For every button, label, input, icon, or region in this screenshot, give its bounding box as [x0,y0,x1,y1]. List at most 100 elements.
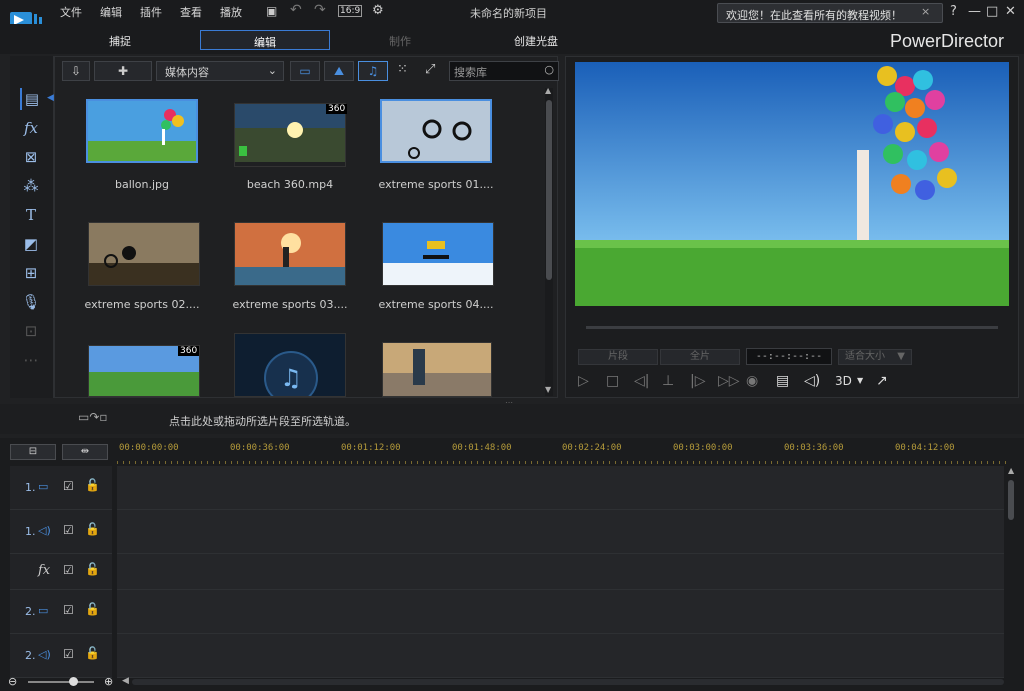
fast-forward-icon[interactable]: ▷▷ [718,373,740,389]
track-video-2[interactable] [117,590,1004,634]
undock-preview-icon[interactable]: ↗ [876,373,888,389]
track-enable-checkbox[interactable]: ☑ [63,603,74,617]
fit-size-dropdown[interactable]: 适合大小 ▼ [838,349,912,365]
stop-icon[interactable]: □ [606,373,619,389]
pip-room-icon[interactable]: ⊠ [20,146,42,168]
ruler-tick-label: 00:02:24:00 [562,443,622,453]
chevron-down-icon[interactable]: ▼ [857,376,863,385]
chapter-room-icon[interactable]: ⊡ [20,320,42,342]
zoom-out-icon[interactable]: ⊖ [8,675,17,688]
fx-room-icon[interactable]: fx [20,117,42,139]
track-fx[interactable] [117,554,1004,590]
track-enable-checkbox[interactable]: ☑ [63,523,74,537]
track-enable-checkbox[interactable]: ☑ [63,647,74,661]
menu-plugins[interactable]: 插件 [140,4,162,20]
track-enable-checkbox[interactable]: ☑ [63,563,74,577]
fit-timeline-icon[interactable]: ⇹ [62,444,108,460]
save-icon[interactable]: ▣ [266,4,277,18]
scroll-up-icon[interactable]: ▲ [1008,466,1014,475]
play-icon[interactable]: ▷ [578,373,589,389]
redo-icon[interactable]: ↷ [314,2,326,18]
zoom-in-icon[interactable]: ⊕ [104,675,113,688]
tab-create-disc[interactable]: 创建光盘 [476,30,596,50]
surfing-image-preview-icon [235,223,345,285]
audio-track-icon: ◁) [38,524,51,537]
menu-view[interactable]: 查看 [180,4,202,20]
minimize-button[interactable]: — [968,4,981,19]
track-audio-1[interactable] [117,510,1004,554]
movie-mode-button[interactable]: 全片 [660,349,740,365]
menu-edit[interactable]: 编辑 [100,4,122,20]
settings-gear-icon[interactable]: ⚙ [372,3,384,18]
panel-resize-handle[interactable]: ⋯ [505,398,513,407]
library-filter-dropdown[interactable]: 媒体内容 ⌄ [156,61,284,81]
grid-view-icon[interactable]: ⁙ [397,62,408,77]
scroll-up-icon[interactable]: ▲ [545,86,551,95]
media-thumb-extreme02[interactable] [88,222,200,286]
import-media-icon[interactable]: ⇩ [62,61,90,81]
timecode-display[interactable]: --:--:--:-- [746,348,832,365]
filter-audio-icon[interactable]: ♫ [358,61,388,81]
aspect-ratio-selector[interactable]: 16:9 [338,5,363,17]
title-room-icon[interactable]: T [20,204,42,226]
unlock-icon[interactable]: 🔓 [85,562,100,576]
track-video-1[interactable] [117,466,1004,510]
unlock-icon[interactable]: 🔓 [85,646,100,660]
scroll-down-icon[interactable]: ▼ [545,385,551,394]
clip-mode-button[interactable]: 片段 [578,349,658,365]
media-room-icon[interactable]: ▤ [20,88,42,110]
filter-image-icon[interactable]: ⛰ [324,61,354,81]
plugins-puzzle-icon[interactable]: ✚ [94,61,152,81]
filter-video-icon[interactable]: ▭ [290,61,320,81]
previous-frame-icon[interactable]: ◁| [634,373,649,389]
subtitle-icon[interactable]: ▤ [776,373,789,389]
tab-produce[interactable]: 制作 [340,30,460,50]
timeline-vertical-scroll-thumb[interactable] [1008,480,1014,520]
close-banner-icon[interactable]: × [921,5,930,18]
expand-library-icon[interactable]: ⤢ [425,62,435,77]
3d-mode-button[interactable]: 3D [835,374,852,388]
voiceover-mic-icon[interactable]: 🎙 [20,291,42,313]
drop-hint-text[interactable]: 点击此处或拖动所选片段至所选轨道。 [169,413,356,429]
media-thumb-extreme04[interactable] [382,222,494,286]
next-frame-icon[interactable]: |▷ [690,373,705,389]
help-button[interactable]: ? [950,4,957,19]
library-scroll-thumb[interactable] [546,100,552,280]
menu-file[interactable]: 文件 [60,4,82,20]
media-thumb-row3-3[interactable] [382,342,492,397]
unlock-icon[interactable]: 🔓 [85,602,100,616]
unlock-icon[interactable]: 🔓 [85,522,100,536]
unlock-icon[interactable]: 🔓 [85,478,100,492]
zoom-slider-knob[interactable] [69,677,78,686]
split-icon[interactable]: ⊥ [662,373,674,389]
media-thumb-extreme03[interactable] [234,222,346,286]
ruler-tick-label: 00:00:00:00 [119,443,179,453]
snapshot-camera-icon[interactable]: ◉ [746,373,758,389]
menu-playback[interactable]: 播放 [220,4,242,20]
timeline-storyboard-toggle-icon[interactable]: ▭↷▫ [78,410,108,424]
maximize-button[interactable]: □ [986,4,998,19]
media-thumb-music[interactable]: ♫ [234,333,346,397]
particle-room-icon[interactable]: ⁂ [20,175,42,197]
transition-room-icon[interactable]: ◩ [20,233,42,255]
video-track-icon: ▭ [38,604,49,617]
audio-mixing-icon[interactable]: ⊞ [20,262,42,284]
scroll-left-icon[interactable]: ◀ [122,676,129,686]
timeline-zoom-slider[interactable] [28,681,94,683]
undo-icon[interactable]: ↶ [290,2,302,18]
welcome-tutorial-banner[interactable]: 欢迎您！在此查看所有的教程视频！ [717,3,943,23]
library-search-input[interactable]: 搜索库 ○ [449,61,559,81]
tab-edit[interactable]: 编辑 [200,30,330,50]
preview-scrub-bar[interactable] [586,326,998,329]
track-manager-icon[interactable]: ⊟ [10,444,56,460]
search-icon[interactable]: ○ [544,63,554,76]
subtitle-room-icon[interactable]: ⋯ [20,349,42,371]
media-thumb-extreme01[interactable] [380,99,492,163]
tab-capture[interactable]: 捕捉 [60,30,180,50]
media-thumb-ballon[interactable] [86,99,198,163]
volume-icon[interactable]: ◁) [804,373,820,389]
timeline-horizontal-scrollbar[interactable] [132,679,1004,685]
track-audio-2[interactable] [117,634,1004,678]
track-enable-checkbox[interactable]: ☑ [63,479,74,493]
close-button[interactable]: ✕ [1005,4,1016,19]
